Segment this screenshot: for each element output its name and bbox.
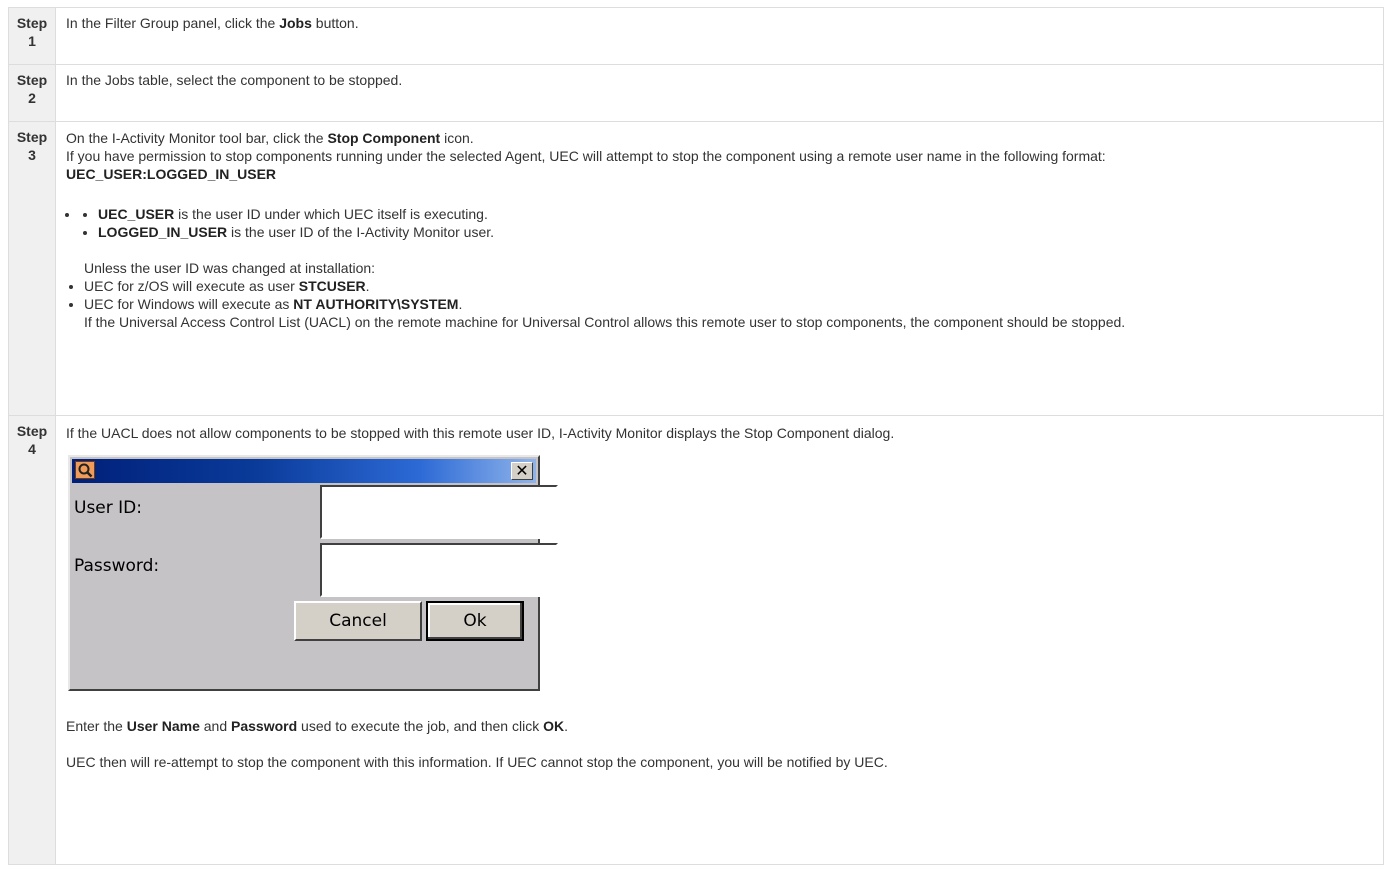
text-part: Enter the [66, 718, 127, 734]
step-number: 4 [28, 441, 36, 457]
term: NT AUTHORITY\SYSTEM [293, 296, 459, 312]
list-item: UEC_USER is the user ID under which UEC … [98, 205, 1383, 223]
list-item: LOGGED_IN_USER is the user ID of the I-A… [98, 223, 1383, 241]
jobs-term: Jobs [279, 15, 312, 31]
step-content: In the Filter Group panel, click the Job… [55, 7, 1384, 65]
user-format: UEC_USER:LOGGED_IN_USER [66, 166, 277, 182]
step-label: Step 3 [8, 121, 56, 416]
text-part: . [365, 278, 370, 294]
unless-text: Unless the user ID was changed at instal… [84, 260, 376, 276]
text-part: is the user ID of the I-Activity Monitor… [227, 224, 495, 240]
step-number: 1 [28, 33, 36, 49]
final-text: UEC then will re-attempt to stop the com… [66, 754, 888, 770]
dialog-titlebar: ✕ [72, 459, 536, 483]
text-part: . [564, 718, 568, 734]
term: OK [543, 718, 565, 734]
password-field[interactable] [320, 543, 558, 597]
step-word: Step [16, 15, 48, 31]
step-label: Step 1 [8, 7, 56, 65]
steps-table: Step 1 In the Filter Group panel, click … [8, 7, 1384, 865]
term: UEC_USER [98, 206, 175, 222]
uacl-note: If the Universal Access Control List (UA… [84, 314, 1126, 330]
text-part: is the user ID under which UEC itself is… [174, 206, 488, 222]
step-label: Step 4 [8, 415, 56, 865]
text-part: UEC for Windows will execute as [84, 296, 294, 312]
step-row: Step 2 In the Jobs table, select the com… [8, 64, 1384, 122]
term: User Name [126, 718, 200, 734]
step-number: 2 [28, 90, 36, 106]
enter-credentials-text: Enter the User Name and Password used to… [66, 717, 1383, 735]
magnifier-icon [75, 461, 95, 479]
text-part: and [199, 718, 231, 734]
stop-component-term: Stop Component [327, 130, 441, 146]
step-text: In the Filter Group panel, click the [66, 15, 280, 31]
os-bullet-list: UEC for z/OS will execute as user STCUSE… [66, 277, 1383, 331]
step-content: If the UACL does not allow components to… [55, 415, 1384, 865]
step-word: Step [16, 129, 48, 145]
step-content: On the I-Activity Monitor tool bar, clic… [55, 121, 1384, 416]
text-part: used to execute the job, and then click [297, 718, 544, 734]
step-row: Step 1 In the Filter Group panel, click … [8, 7, 1384, 65]
ok-button[interactable]: Ok [426, 601, 524, 641]
cancel-button[interactable]: Cancel [294, 601, 422, 641]
step-row: Step 4 If the UACL does not allow compon… [8, 415, 1384, 865]
step-text: button. [311, 15, 359, 31]
text-part: icon. [440, 130, 474, 146]
step-content: In the Jobs table, select the component … [55, 64, 1384, 122]
permission-text: If you have permission to stop component… [66, 148, 1106, 164]
user-id-label: User ID: [74, 498, 142, 518]
step-word: Step [16, 72, 48, 88]
user-bullet-list: UEC_USER is the user ID under which UEC … [80, 205, 1383, 241]
step-label: Step 2 [8, 64, 56, 122]
term: Password [231, 718, 298, 734]
step-text: On the I-Activity Monitor tool bar, clic… [66, 129, 1383, 147]
step-text: If the UACL does not allow components to… [66, 425, 895, 441]
text-part: On the I-Activity Monitor tool bar, clic… [66, 130, 328, 146]
step-text: In the Jobs table, select the component … [66, 72, 403, 88]
term: LOGGED_IN_USER [98, 224, 228, 240]
list-item: UEC for Windows will execute as NT AUTHO… [84, 295, 1383, 331]
password-label: Password: [74, 556, 160, 576]
list-item: UEC for z/OS will execute as user STCUSE… [84, 277, 1383, 295]
close-icon[interactable]: ✕ [511, 462, 533, 480]
text-part: . [458, 296, 463, 312]
list-item: UEC_USER is the user ID under which UEC … [80, 205, 1383, 241]
outer-bullet-list: UEC_USER is the user ID under which UEC … [66, 205, 1383, 241]
step-row: Step 3 On the I-Activity Monitor tool ba… [8, 121, 1384, 416]
stop-component-dialog: ✕ User ID: Password: Cancel Ok [68, 455, 558, 691]
user-id-field[interactable] [320, 485, 558, 539]
step-word: Step [16, 423, 48, 439]
term: STCUSER [298, 278, 366, 294]
step-number: 3 [28, 147, 36, 163]
text-part: UEC for z/OS will execute as user [84, 278, 299, 294]
